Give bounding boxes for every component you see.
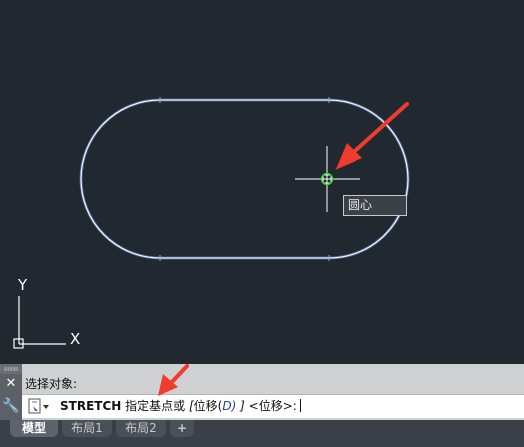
command-line-window[interactable]: ✕ 🔧 选择对象: STRETCH 指定基点或 [位移(D) ] <位移>:: [0, 364, 524, 420]
add-layout-button[interactable]: +: [170, 420, 194, 437]
close-icon[interactable]: ✕: [0, 374, 22, 394]
default-value: <位移>:: [248, 399, 297, 413]
command-line-drag-grip[interactable]: [0, 364, 22, 374]
tab-layout2[interactable]: 布局2: [116, 420, 166, 437]
tab-layout1[interactable]: 布局1: [62, 420, 112, 437]
command-prompt-input[interactable]: STRETCH 指定基点或 [位移(D) ] <位移>:: [22, 394, 524, 418]
option-label: 位移(: [193, 399, 223, 413]
ucs-y-label: Y: [18, 276, 28, 294]
drawing-canvas[interactable]: [0, 0, 524, 364]
command-line-sidebar: ✕ 🔧: [0, 374, 22, 420]
drawing-viewport[interactable]: Y X 圆心: [0, 0, 524, 364]
layout-tabs-bar: 模型 布局1 布局2 +: [0, 420, 524, 447]
option-close-paren: ): [231, 399, 237, 413]
ucs-x-label: X: [70, 330, 81, 348]
command-name: STRETCH: [60, 399, 122, 413]
text-caret: [299, 399, 301, 412]
command-history-line: 选择对象:: [25, 377, 78, 391]
osnap-tooltip: 圆心: [343, 195, 407, 216]
option-key: D: [222, 399, 232, 413]
command-instruction: 指定基点或: [125, 399, 186, 413]
wrench-icon[interactable]: 🔧: [0, 396, 22, 416]
ucs-icon: [13, 296, 66, 349]
tab-model[interactable]: 模型: [10, 420, 58, 437]
option-displacement[interactable]: 位移(D): [194, 399, 237, 413]
command-recent-icon[interactable]: [28, 398, 50, 415]
option-bracket-close: ]: [240, 399, 245, 413]
